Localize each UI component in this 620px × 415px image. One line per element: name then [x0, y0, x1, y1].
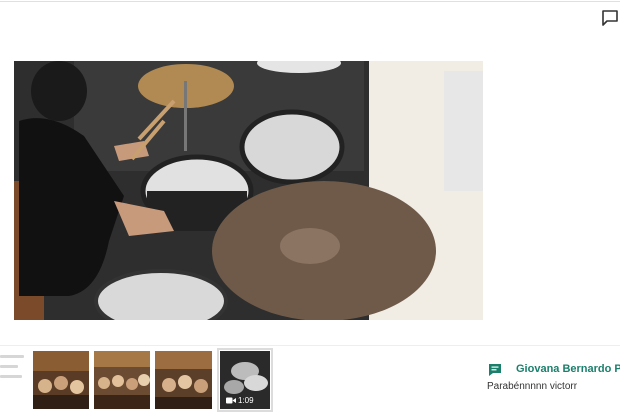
photo-thumbnail — [33, 351, 89, 409]
video-duration: 1:09 — [226, 396, 254, 405]
comment-text: Parabénnnnn victorr — [487, 381, 578, 392]
video-frame — [14, 61, 483, 320]
video-camera-icon — [226, 397, 236, 404]
filmstrip-bar — [0, 345, 620, 415]
video-thumbnail[interactable]: 1:09 — [217, 348, 273, 412]
video-duration-text: 1:09 — [238, 396, 254, 405]
photo-thumbnail — [94, 351, 150, 409]
top-divider — [0, 1, 620, 2]
comment-icon — [489, 364, 501, 376]
video-viewer[interactable] — [14, 61, 483, 320]
photo-thumbnail — [155, 351, 212, 409]
comment-author[interactable]: Giovana Bernardo Pa — [516, 363, 620, 375]
photo-thumbnail[interactable] — [33, 351, 89, 409]
filmstrip-prev-edge — [0, 353, 26, 409]
photo-thumbnail[interactable] — [155, 351, 212, 409]
photo-thumbnail[interactable] — [94, 351, 150, 409]
comment-icon[interactable] — [600, 8, 620, 28]
